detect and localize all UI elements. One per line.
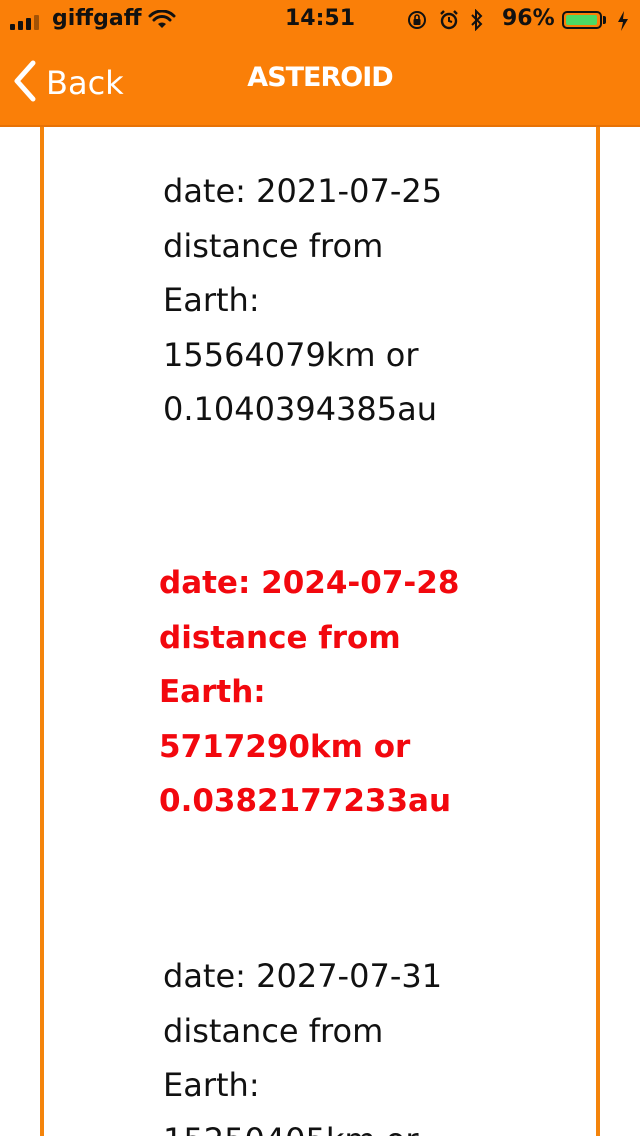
approach-entry: date: 2021-07-25 distance from Earth: 15… xyxy=(163,164,493,437)
approach-distance-label: distance from xyxy=(163,1011,384,1050)
approach-date: date: 2027-07-31 xyxy=(163,957,443,995)
app-screen: giffgaff 14:51 96% Back ASTEROID date: 2… xyxy=(0,0,640,1136)
charging-icon xyxy=(616,10,630,38)
page-title: ASTEROID xyxy=(247,62,393,93)
approach-distance-km: 15250405km or xyxy=(163,1113,493,1136)
app-header: giffgaff 14:51 96% Back ASTEROID xyxy=(0,0,640,127)
battery-cap xyxy=(603,16,606,24)
approach-distance-km: 5717290km or xyxy=(159,728,411,765)
approach-entry-highlighted: date: 2024-07-28 distance from Earth: 57… xyxy=(159,556,489,829)
approach-distance-label: distance from xyxy=(159,619,401,656)
approach-distance-km: 15564079km or xyxy=(163,335,419,374)
approach-entry: date: 2027-07-31 distance from Earth: 15… xyxy=(163,949,493,1136)
navigation-bar: Back ASTEROID xyxy=(0,40,640,126)
approach-distance-label-end: Earth: xyxy=(163,1066,260,1104)
approach-distance-label: distance from xyxy=(163,226,384,265)
approach-date: date: 2024-07-28 xyxy=(159,565,460,601)
approach-distance-label-end: Earth: xyxy=(163,281,260,319)
status-bar: giffgaff 14:51 96% xyxy=(0,0,640,40)
battery-percentage: 96% xyxy=(502,6,555,31)
alarm-icon xyxy=(438,9,460,37)
orientation-lock-icon xyxy=(406,9,428,37)
battery-icon xyxy=(562,11,602,29)
approach-distance-label-end: Earth: xyxy=(159,674,266,710)
approach-date: date: 2021-07-25 xyxy=(163,172,443,210)
approach-distance-au: 0.1040394385au xyxy=(163,390,438,428)
bluetooth-icon xyxy=(470,8,484,37)
approach-distance-au: 0.0382177233au xyxy=(159,783,452,819)
battery-level xyxy=(566,15,597,25)
